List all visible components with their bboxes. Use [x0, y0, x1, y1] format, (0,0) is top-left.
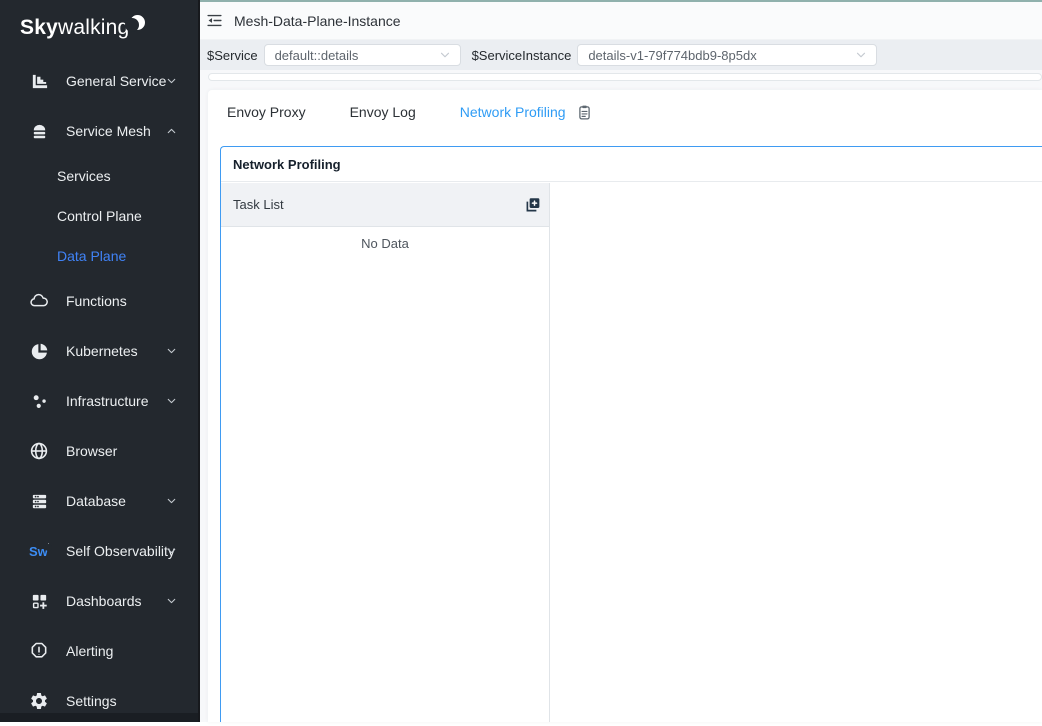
task-list-title: Task List	[233, 197, 284, 212]
sidebar-item-label: Services	[57, 168, 111, 184]
chevron-down-icon	[165, 545, 178, 558]
skywalking-mark-icon: Sw	[29, 541, 49, 561]
sidebar-item-control-plane[interactable]: Control Plane	[0, 196, 198, 236]
panel-body: Task List No Data	[221, 183, 1042, 722]
sidebar-item-label: Browser	[66, 443, 117, 459]
sidebar-item-database[interactable]: Database	[0, 476, 198, 526]
service-instance-select-value: details-v1-79f774bdb9-8p5dx	[588, 48, 756, 63]
dots-cluster-icon	[29, 391, 49, 411]
crescent-moon-icon	[130, 15, 145, 30]
page-header: Mesh-Data-Plane-Instance	[200, 2, 1042, 40]
sidebar-item-browser[interactable]: Browser	[0, 426, 198, 476]
page-title: Mesh-Data-Plane-Instance	[234, 13, 401, 29]
service-label: $Service	[207, 48, 258, 63]
sidebar-item-kubernetes[interactable]: Kubernetes	[0, 326, 198, 376]
sidebar-item-label: Service Mesh	[66, 123, 151, 139]
gear-icon	[29, 691, 49, 711]
pie-chart-icon	[29, 341, 49, 361]
sidebar-item-label: Dashboards	[66, 593, 142, 609]
sidebar-item-infrastructure[interactable]: Infrastructure	[0, 376, 198, 426]
chevron-down-icon	[165, 395, 178, 408]
chevron-down-icon	[165, 595, 178, 608]
network-profiling-panel: Network Profiling Task List No Data	[220, 146, 1042, 722]
sidebar-item-dashboards[interactable]: Dashboards	[0, 576, 198, 626]
sidebar-item-services[interactable]: Services	[0, 156, 198, 196]
tab-network-profiling[interactable]: Network Profiling	[460, 104, 566, 120]
chevron-down-icon	[165, 495, 178, 508]
chevron-down-icon	[165, 345, 178, 358]
service-instance-label: $ServiceInstance	[472, 48, 572, 63]
sidebar-item-label: Data Plane	[57, 248, 126, 264]
sidebar-item-label: Self Observability	[66, 543, 175, 559]
service-select-value: default::details	[275, 48, 359, 63]
tab-card: Envoy Proxy Envoy Log Network Profiling …	[208, 90, 1042, 722]
tab-envoy-log[interactable]: Envoy Log	[350, 104, 416, 120]
sidebar-item-self-observability[interactable]: Sw Self Observability	[0, 526, 198, 576]
sidebar-item-alerting[interactable]: Alerting	[0, 626, 198, 676]
filter-bar: $Service default::details $ServiceInstan…	[200, 40, 1042, 70]
panel-title: Network Profiling	[221, 147, 1042, 182]
no-data-message: No Data	[221, 236, 549, 251]
sidebar-item-label: Database	[66, 493, 126, 509]
sidebar-item-label: Control Plane	[57, 208, 142, 224]
sidebar-item-label: Kubernetes	[66, 343, 138, 359]
bar-chart-icon	[29, 71, 49, 91]
sidebar: Skywalking General Service Service Mesh …	[0, 0, 200, 722]
dashboard-grid-icon	[29, 591, 49, 611]
cloud-icon	[29, 291, 49, 311]
service-select[interactable]: default::details	[264, 44, 461, 66]
sidebar-item-label: Settings	[66, 693, 117, 709]
clipboard-icon[interactable]	[576, 104, 593, 121]
logo-text-secondary: walking	[58, 16, 129, 40]
sidebar-item-data-plane[interactable]: Data Plane	[0, 236, 198, 276]
sidebar-item-label: Functions	[66, 293, 127, 309]
chevron-down-icon	[854, 48, 868, 62]
content-area: Mesh-Data-Plane-Instance $Service defaul…	[200, 0, 1042, 722]
sidebar-item-label: Alerting	[66, 643, 113, 659]
tab-bar: Envoy Proxy Envoy Log Network Profiling	[208, 90, 1042, 134]
sidebar-item-functions[interactable]: Functions	[0, 276, 198, 326]
collapsed-widget-edge	[208, 73, 1042, 81]
new-task-button[interactable]	[524, 196, 542, 214]
menu-fold-icon[interactable]	[206, 12, 223, 29]
profiling-result-area	[550, 183, 1042, 722]
sidebar-item-general-service[interactable]: General Service	[0, 56, 198, 106]
dashboard-scroll-area[interactable]: Envoy Proxy Envoy Log Network Profiling …	[200, 70, 1042, 722]
service-instance-select[interactable]: details-v1-79f774bdb9-8p5dx	[577, 44, 877, 66]
task-list-header: Task List	[221, 183, 549, 227]
mesh-layers-icon	[29, 121, 49, 141]
sidebar-item-label: Infrastructure	[66, 393, 148, 409]
alert-hexagon-icon	[29, 641, 49, 661]
globe-icon	[29, 441, 49, 461]
database-icon	[29, 491, 49, 511]
chevron-up-icon	[165, 125, 178, 138]
sidebar-footer-bar	[0, 713, 198, 722]
task-list-column: Task List No Data	[221, 183, 550, 722]
sidebar-item-service-mesh[interactable]: Service Mesh	[0, 106, 198, 156]
logo-text-primary: Sky	[20, 16, 58, 40]
skywalking-logo[interactable]: Skywalking	[0, 0, 198, 56]
chevron-down-icon	[165, 75, 178, 88]
sidebar-item-label: General Service	[66, 73, 166, 89]
tab-envoy-proxy[interactable]: Envoy Proxy	[227, 104, 306, 120]
chevron-down-icon	[438, 48, 452, 62]
